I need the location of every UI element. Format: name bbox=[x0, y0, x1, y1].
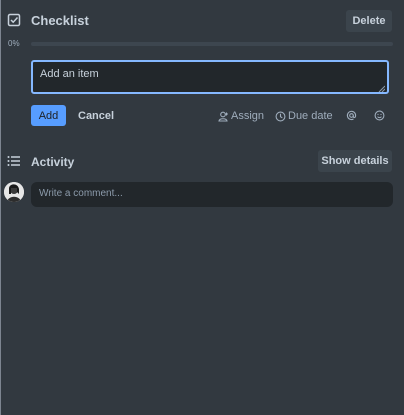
activity-list-icon bbox=[7, 154, 21, 166]
add-item-button[interactable]: Add bbox=[31, 105, 66, 126]
checklist-header: Checklist Delete bbox=[0, 0, 404, 40]
checkbox-icon bbox=[7, 13, 21, 27]
checklist-item-input-value: Add an item bbox=[40, 68, 99, 80]
checklist-title: Checklist bbox=[31, 13, 89, 28]
assign-label: Assign bbox=[231, 110, 265, 122]
activity-title: Activity bbox=[31, 155, 75, 169]
assign-button[interactable]: Assign bbox=[218, 110, 264, 122]
progress-bar bbox=[31, 42, 393, 46]
assign-icon bbox=[218, 111, 229, 122]
resize-grip-icon[interactable] bbox=[378, 83, 386, 93]
mention-icon[interactable] bbox=[346, 110, 357, 121]
emoji-icon[interactable] bbox=[374, 110, 385, 121]
clock-icon bbox=[275, 111, 286, 122]
cancel-button[interactable]: Cancel bbox=[78, 110, 114, 122]
checklist-item-input[interactable]: Add an item bbox=[31, 60, 389, 94]
comment-input[interactable]: Write a comment... bbox=[31, 182, 393, 207]
delete-checklist-button[interactable]: Delete bbox=[346, 10, 392, 32]
avatar[interactable] bbox=[4, 182, 24, 202]
due-date-label: Due date bbox=[288, 110, 333, 122]
show-details-button[interactable]: Show details bbox=[318, 150, 392, 172]
panel-left-edge bbox=[0, 0, 1, 415]
due-date-button[interactable]: Due date bbox=[275, 110, 333, 122]
progress-percent: 0% bbox=[8, 39, 20, 48]
